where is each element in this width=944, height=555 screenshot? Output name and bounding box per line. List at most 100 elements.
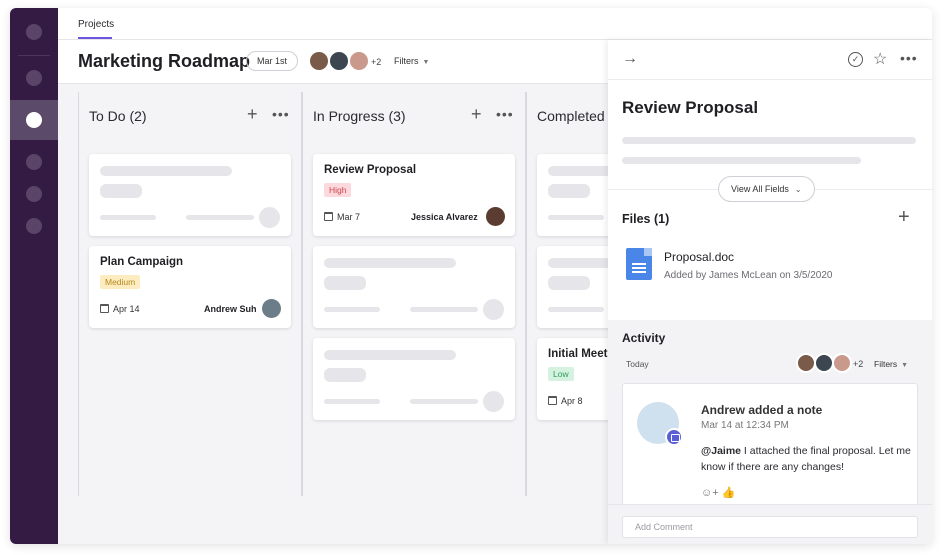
calendar-icon	[548, 396, 557, 405]
member-avatar-2[interactable]	[814, 353, 834, 373]
priority-badge: Low	[548, 367, 574, 381]
card-title: Plan Campaign	[100, 256, 184, 268]
files-title: Files (1)	[622, 212, 670, 226]
page-title: Marketing Roadmap	[78, 51, 251, 71]
filters-button[interactable]: Filters ▼	[394, 56, 429, 66]
arrow-right-icon[interactable]: →	[622, 50, 638, 68]
reactions: ☺+ 👍	[701, 486, 735, 499]
more-icon[interactable]: •••	[900, 50, 918, 66]
card-plan-campaign[interactable]: Plan Campaign Medium Apr 14 Andrew Suh	[89, 246, 291, 328]
rail-item-2[interactable]	[26, 70, 42, 86]
due-date-label: Apr 14	[113, 304, 140, 314]
star-icon[interactable]: ☆	[873, 49, 887, 69]
comment-input[interactable]	[622, 516, 918, 538]
card-placeholder[interactable]	[89, 154, 291, 236]
skeleton-badge	[548, 276, 590, 290]
left-rail	[10, 8, 58, 544]
due-date-label: Apr 8	[561, 396, 583, 406]
skeleton-avatar	[259, 207, 280, 228]
file-meta: Added by James McLean on 3/5/2020	[664, 270, 833, 281]
more-icon[interactable]: •••	[496, 106, 514, 122]
more-icon[interactable]: •••	[272, 106, 290, 122]
skeleton-line	[186, 215, 254, 220]
top-nav: Projects	[58, 8, 932, 40]
member-avatar-1[interactable]	[308, 50, 330, 72]
activity-filters-button[interactable]: Filters ▼	[874, 359, 908, 369]
tab-projects[interactable]: Projects	[78, 19, 114, 30]
plus-icon[interactable]: +	[247, 104, 258, 125]
emoji-add-icon[interactable]: ☺+	[701, 487, 719, 499]
rail-item-4[interactable]	[26, 154, 42, 170]
file-name[interactable]: Proposal.doc	[664, 250, 734, 264]
task-detail-panel: → ✓ ☆ ••• Review Proposal View All Field…	[608, 40, 932, 544]
skeleton-badge	[324, 276, 366, 290]
rail-item-6[interactable]	[26, 218, 42, 234]
skeleton-line	[548, 307, 604, 312]
assignee-name: Jessica Alvarez	[411, 212, 478, 222]
filters-label: Filters	[394, 56, 419, 66]
assignee-name: Andrew Suh	[204, 304, 257, 314]
chevron-down-icon: ⌄	[794, 185, 802, 194]
card-review-proposal[interactable]: Review Proposal High Mar 7 Jessica Alvar…	[313, 154, 515, 236]
member-avatar-3[interactable]	[348, 50, 370, 72]
skeleton-line	[100, 166, 232, 176]
mention[interactable]: @Jaime	[701, 445, 741, 457]
skeleton-badge	[100, 184, 142, 198]
plus-icon[interactable]: +	[471, 104, 482, 125]
card-placeholder[interactable]	[313, 338, 515, 420]
due-date: Mar 7	[324, 212, 360, 222]
more-members-count[interactable]: +2	[371, 57, 381, 67]
activity-note: Andrew added a note Mar 14 at 12:34 PM @…	[622, 383, 918, 513]
member-avatar-3[interactable]	[832, 353, 852, 373]
view-all-fields-button[interactable]: View All Fields ⌄	[718, 176, 815, 202]
panel-title: Review Proposal	[622, 98, 759, 117]
rail-item-1[interactable]	[26, 24, 42, 40]
note-timestamp: Mar 14 at 12:34 PM	[701, 420, 789, 431]
doc-line	[632, 263, 646, 265]
member-avatar-2[interactable]	[328, 50, 350, 72]
app-window: Projects Marketing Roadmap Mar 1st +2 Fi…	[10, 8, 932, 544]
doc-line	[632, 271, 646, 273]
column-title: To Do (2)	[89, 108, 147, 124]
skeleton-line	[410, 307, 478, 312]
add-file-icon[interactable]: +	[898, 206, 910, 229]
skeleton-line	[324, 399, 380, 404]
calendar-icon	[324, 212, 333, 221]
skeleton-line	[622, 137, 916, 144]
skeleton-line	[410, 399, 478, 404]
thumbs-up-icon[interactable]: 👍	[722, 487, 736, 499]
document-icon[interactable]	[626, 248, 652, 280]
rail-divider	[18, 55, 50, 56]
card-title: Review Proposal	[324, 164, 417, 176]
skeleton-line	[324, 350, 456, 360]
rail-item-active[interactable]	[26, 112, 42, 128]
card-placeholder[interactable]	[313, 246, 515, 328]
skeleton-line	[622, 157, 861, 164]
note-body: @Jaime I attached the final proposal. Le…	[701, 443, 911, 475]
priority-badge: High	[324, 183, 352, 197]
calendar-icon	[100, 304, 109, 313]
skeleton-avatar	[483, 391, 504, 412]
comment-bar	[608, 504, 932, 544]
skeleton-avatar	[483, 299, 504, 320]
chat-icon	[665, 428, 683, 446]
view-all-label: View All Fields	[731, 184, 789, 194]
activity-title: Activity	[622, 331, 666, 345]
column-title: In Progress (3)	[313, 108, 406, 124]
chevron-down-icon: ▼	[422, 59, 430, 66]
date-pill[interactable]: Mar 1st	[246, 51, 299, 71]
doc-line	[632, 267, 646, 269]
due-date-label: Mar 7	[337, 212, 361, 222]
today-label: Today	[626, 359, 649, 369]
check-circle-icon[interactable]: ✓	[848, 52, 863, 67]
member-avatar-1[interactable]	[796, 353, 816, 373]
chevron-down-icon: ▼	[901, 362, 909, 369]
column-title: Completed	[537, 108, 605, 124]
skeleton-badge	[324, 368, 366, 382]
assignee-avatar	[486, 207, 505, 226]
more-members-count[interactable]: +2	[853, 359, 863, 369]
tab-active-indicator	[78, 37, 112, 39]
assignee-avatar	[262, 299, 281, 318]
rail-item-5[interactable]	[26, 186, 42, 202]
skeleton-badge	[548, 184, 590, 198]
